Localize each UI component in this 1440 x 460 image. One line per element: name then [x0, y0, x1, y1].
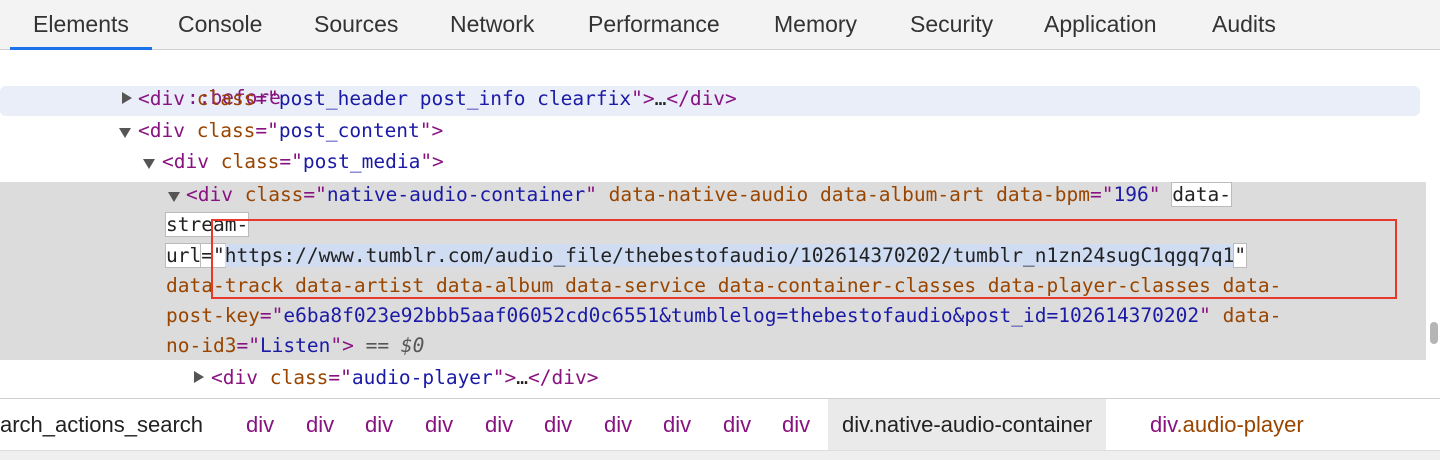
node-native-line-3: url="https://www.tumblr.com/audio_file/t… [166, 241, 1247, 271]
tab-memory[interactable]: Memory [774, 0, 857, 49]
attribute-edit-field[interactable]: data- [1172, 183, 1231, 206]
tab-audits[interactable]: Audits [1212, 0, 1276, 49]
attr-name: data- [1210, 304, 1282, 327]
tab-elements[interactable]: Elements [10, 0, 152, 50]
attr-eq: =" [236, 334, 260, 357]
collapsed-ellipsis[interactable]: … [516, 366, 528, 389]
breadcrumb-item-div[interactable]: div [246, 399, 274, 450]
attr-value: post_header post_info clearfix [278, 87, 632, 110]
attr-eq: =" [255, 87, 279, 110]
attr-eq: =" [255, 119, 279, 142]
node-audio-player[interactable]: <div class="audio-player">…</div> [211, 363, 598, 393]
breadcrumb-item-div[interactable]: div [425, 399, 453, 450]
attr-value: native-audio-container [326, 183, 586, 206]
crumb-tag: div [842, 412, 869, 437]
stream-url-selection[interactable]: https://www.tumblr.com/audio_file/thebes… [224, 244, 1235, 267]
tag-open: <div [138, 119, 185, 142]
collapse-arrow-icon[interactable] [168, 192, 180, 202]
tag-close: "> [420, 150, 444, 173]
pseudo-element-before[interactable]: ::before [140, 53, 281, 109]
attr-eq: =" [279, 150, 303, 173]
node-native-line-4: data-track data-artist data-album data-s… [166, 271, 1281, 301]
vertical-scrollbar-thumb[interactable] [1430, 322, 1438, 344]
tag-end: </div> [528, 366, 599, 389]
expand-arrow-icon[interactable] [194, 371, 204, 383]
breadcrumb: arch_actions_search div div div div div … [0, 398, 1440, 450]
node-native-line-5: post-key="e6ba8f023e92bbb5aaf06052cd0c65… [166, 301, 1281, 331]
crumb-tag: div [1150, 412, 1177, 437]
attr-eq: =" [1090, 183, 1114, 206]
crumb-class: .audio-player [1176, 412, 1304, 437]
tag-end: </div> [666, 87, 737, 110]
breadcrumb-item-div[interactable]: div [544, 399, 572, 450]
attr-eq: =" [303, 183, 327, 206]
collapsed-ellipsis[interactable]: … [655, 87, 667, 110]
tab-sources[interactable]: Sources [314, 0, 398, 49]
node-post-header[interactable]: <div class="post_header post_info clearf… [138, 84, 737, 114]
attr-eq: =" [259, 304, 284, 327]
panel-bottom-edge [0, 450, 1440, 460]
attr-value: audio-player [351, 366, 493, 389]
attr-quote: " [1148, 183, 1161, 206]
attr-name: class [196, 87, 256, 110]
attr-bpm-value: 196 [1113, 183, 1149, 206]
attribute-edit-eq[interactable]: =" [201, 244, 225, 267]
tab-application[interactable]: Application [1044, 0, 1157, 49]
attr-name: class [220, 150, 280, 173]
tab-network[interactable]: Network [450, 0, 534, 49]
devtools-tab-bar: Elements Console Sources Network Perform… [0, 0, 1440, 50]
tag-open: <div [162, 150, 209, 173]
dom-tree: ::before <div class="post_header post_in… [0, 51, 1430, 397]
console-ref-indicator: == $0 [353, 334, 425, 357]
node-native-line-6: no-id3="Listen"> == $0 [166, 331, 424, 361]
node-native-line-2: stream- [166, 210, 249, 240]
attr-eq: =" [328, 366, 352, 389]
attr-value: post_media [302, 150, 421, 173]
breadcrumb-item-selected[interactable]: div.native-audio-container [828, 399, 1107, 450]
attr-quote: " [585, 183, 597, 206]
tag-close: "> [330, 334, 354, 357]
attr-name: post-key [166, 304, 260, 327]
tag-close: "> [631, 87, 655, 110]
breadcrumb-item-div[interactable]: div [663, 399, 691, 450]
breadcrumb-item-div[interactable]: div [723, 399, 751, 450]
attr-quote: " [1199, 304, 1211, 327]
node-native-audio-container[interactable]: <div class="native-audio-container" data… [186, 180, 1231, 210]
tag-close: "> [492, 366, 517, 389]
attr-name: class [269, 366, 329, 389]
collapse-arrow-icon[interactable] [119, 128, 131, 138]
breadcrumb-item-div[interactable]: div [782, 399, 810, 450]
breadcrumb-item-audio-player[interactable]: div.audio-player [1150, 399, 1304, 450]
breadcrumb-item[interactable]: arch_actions_search [0, 399, 203, 450]
attribute-edit-quote[interactable]: " [1234, 244, 1247, 267]
tab-console[interactable]: Console [178, 0, 262, 49]
attr-name: no-id3 [166, 334, 237, 357]
tag-open: <div [186, 183, 233, 206]
expand-arrow-icon[interactable] [122, 92, 132, 104]
crumb-class: .native-audio-container [868, 412, 1093, 437]
attribute-edit-field-cont[interactable]: stream- [166, 213, 249, 236]
collapse-arrow-icon[interactable] [143, 159, 155, 169]
node-post-media[interactable]: <div class="post_media"> [162, 147, 444, 177]
tag-open: <div [211, 366, 258, 389]
tag-close: "> [419, 119, 444, 142]
tab-security[interactable]: Security [910, 0, 993, 49]
attr-name: class [244, 183, 304, 206]
breadcrumb-item-div[interactable]: div [306, 399, 334, 450]
attr-name: class [196, 119, 256, 142]
tag-open: <div [138, 87, 185, 110]
attr-value: post_content [278, 119, 420, 142]
attr-id3-value: Listen [259, 334, 331, 357]
breadcrumb-item-div[interactable]: div [485, 399, 513, 450]
attr-post-key-value: e6ba8f023e92bbb5aaf06052cd0c6551&tumblel… [283, 304, 1200, 327]
attribute-edit-field-name[interactable]: url [166, 244, 202, 267]
breadcrumb-item-div[interactable]: div [604, 399, 632, 450]
attr-flags: data-track data-artist data-album data-s… [166, 274, 1282, 297]
breadcrumb-item-div[interactable]: div [365, 399, 393, 450]
attr-flags: data-native-audio data-album-art data-bp… [596, 183, 1091, 206]
tab-performance[interactable]: Performance [588, 0, 720, 49]
node-post-content[interactable]: <div class="post_content"> [138, 116, 443, 146]
